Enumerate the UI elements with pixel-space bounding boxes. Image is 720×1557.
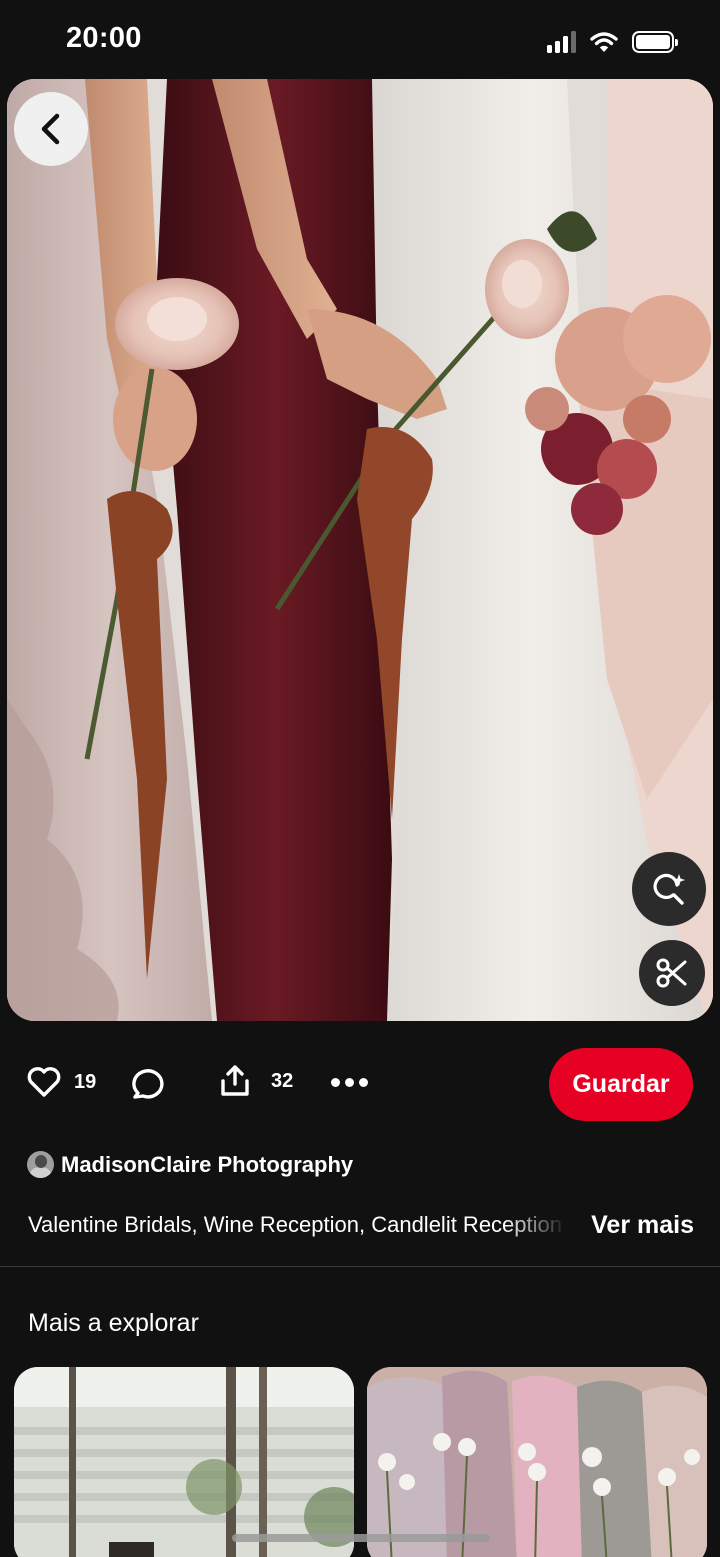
visual-search-button[interactable] — [632, 852, 706, 926]
like-button[interactable]: 19 — [26, 1066, 96, 1098]
status-icons — [547, 28, 678, 56]
like-count: 19 — [74, 1070, 97, 1093]
more-options-button[interactable] — [331, 1078, 368, 1087]
pin-image[interactable] — [7, 79, 713, 1021]
home-indicator[interactable] — [232, 1534, 490, 1542]
heart-icon — [27, 1067, 61, 1097]
explore-section-title: Mais a explorar — [28, 1309, 199, 1337]
author-name: MadisonClaire Photography — [61, 1151, 354, 1177]
chevron-left-icon — [41, 113, 60, 145]
pin-action-bar: 19 32 Guardar — [0, 1046, 720, 1122]
comment-bubble-icon — [132, 1069, 164, 1099]
ellipsis-dot-icon — [331, 1078, 340, 1087]
divider — [0, 1266, 720, 1267]
battery-icon — [632, 31, 678, 53]
description-text: Valentine Bridals, Wine Reception, Candl… — [28, 1212, 562, 1237]
scissors-icon — [656, 958, 687, 988]
share-upload-icon — [221, 1065, 249, 1096]
explore-pin-image — [367, 1367, 707, 1557]
cellular-signal-icon — [547, 31, 576, 53]
pin-photo — [7, 79, 713, 1021]
status-time: 20:00 — [66, 22, 142, 54]
pin-description: Valentine Bridals, Wine Reception, Candl… — [28, 1208, 694, 1248]
ellipsis-dot-icon — [359, 1078, 368, 1087]
share-button[interactable]: 32 — [219, 1064, 293, 1098]
avatar — [27, 1151, 54, 1178]
crop-cutout-button[interactable] — [639, 940, 705, 1006]
explore-pin-image — [14, 1367, 354, 1557]
share-count: 32 — [271, 1069, 294, 1092]
status-bar: 20:00 — [0, 0, 720, 80]
save-button[interactable]: Guardar — [549, 1048, 693, 1121]
pin-detail-screen: 20:00 19 32 Guardar MadisonClaire Photog… — [0, 0, 720, 1557]
author-profile-link[interactable]: MadisonClaire Photography — [27, 1151, 353, 1178]
back-button[interactable] — [14, 92, 88, 166]
ellipsis-dot-icon — [345, 1078, 354, 1087]
explore-pin-card[interactable] — [14, 1367, 354, 1557]
see-more-button[interactable]: Ver mais — [591, 1211, 694, 1240]
lens-search-icon — [653, 873, 685, 905]
comment-button[interactable] — [130, 1066, 166, 1100]
explore-pin-card[interactable] — [367, 1367, 707, 1557]
wifi-icon — [590, 32, 618, 52]
